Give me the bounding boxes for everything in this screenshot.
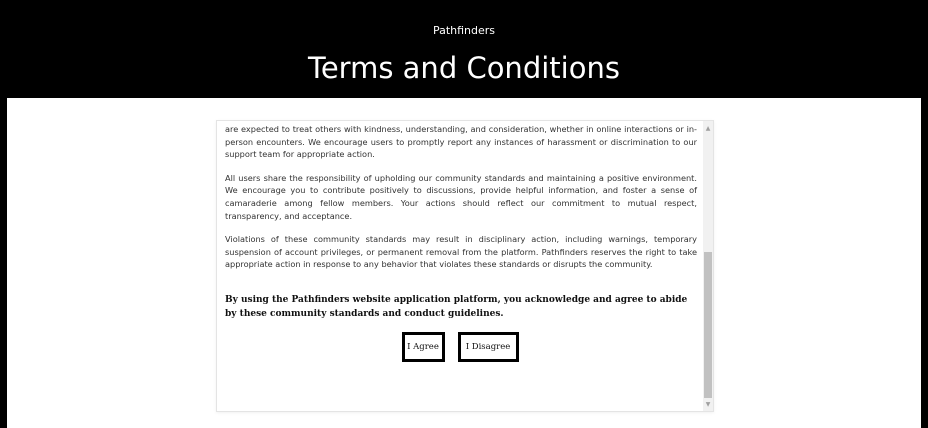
terms-text: are expected to treat others with kindne…: [225, 123, 697, 362]
terms-paragraph: All users share the responsibility of up…: [225, 172, 697, 221]
page-title: Terms and Conditions: [308, 51, 620, 85]
scrollbar-thumb[interactable]: [704, 252, 712, 398]
terms-container[interactable]: are expected to treat others with kindne…: [216, 120, 714, 412]
vertical-scrollbar[interactable]: ▲ ▼: [703, 121, 713, 411]
terms-paragraph: are expected to treat others with kindne…: [225, 124, 697, 160]
agree-button[interactable]: I Agree: [401, 331, 445, 362]
site-name: Pathfinders: [432, 24, 496, 37]
disagree-button[interactable]: I Disagree: [457, 331, 519, 362]
page-header: Pathfinders Terms and Conditions: [0, 0, 928, 98]
button-row: I Agree I Disagree: [225, 331, 697, 362]
terms-scroll-area[interactable]: are expected to treat others with kindne…: [225, 121, 705, 411]
agreement-statement: By using the Pathfinders website applica…: [225, 294, 688, 319]
scroll-up-icon[interactable]: ▲: [703, 123, 713, 135]
scroll-down-icon[interactable]: ▼: [703, 399, 713, 411]
main-content: are expected to treat others with kindne…: [7, 98, 921, 428]
terms-paragraph: Violations of these community standards …: [225, 234, 697, 270]
